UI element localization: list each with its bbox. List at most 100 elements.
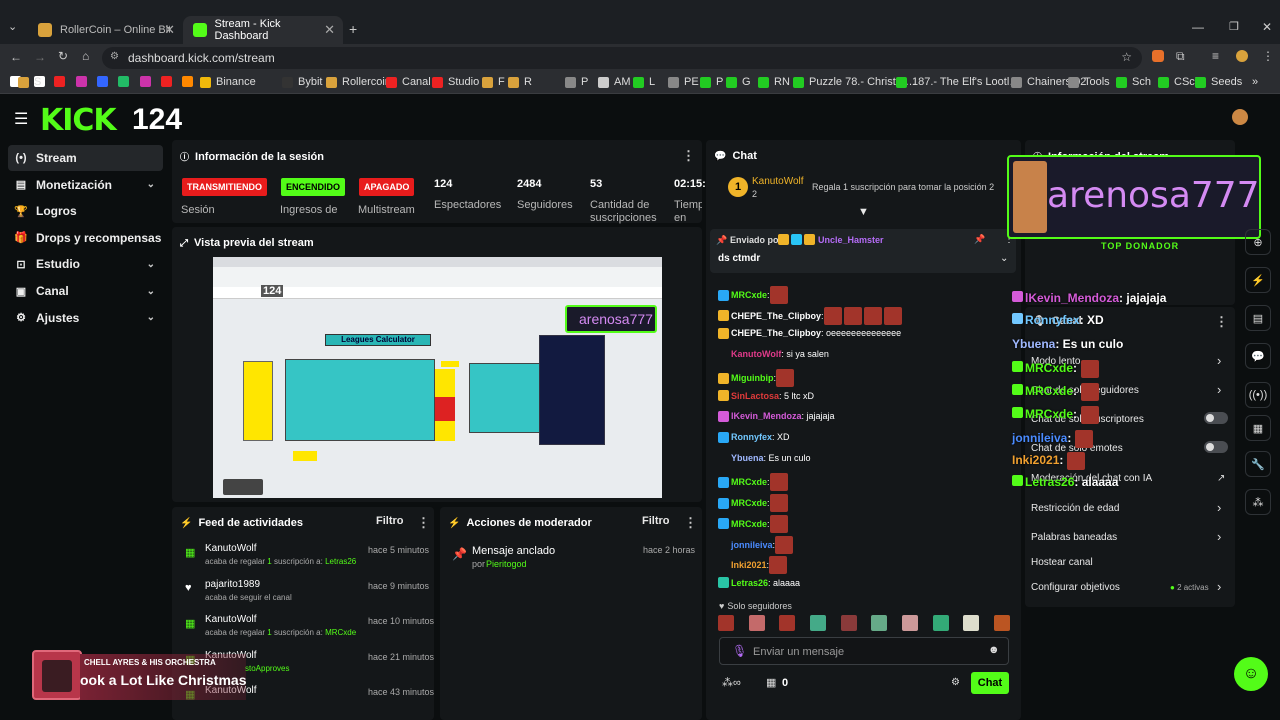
bookmark-star-icon[interactable]: ☆ [1121, 50, 1132, 64]
chevron-down-icon[interactable]: ⌄ [147, 259, 155, 270]
chat-username[interactable]: MRCxde [731, 519, 767, 529]
mod-user[interactable]: Pieritogod [486, 559, 527, 569]
chevron-down-icon[interactable]: ⌄ [147, 179, 155, 190]
extension-fox-icon[interactable] [1152, 50, 1164, 62]
chevron-right-icon[interactable]: › [1217, 529, 1221, 544]
bookmark-item[interactable]: Rollercoin [326, 76, 391, 88]
emote-picker-icon[interactable] [963, 615, 980, 631]
mic-icon[interactable]: 🎙 [732, 644, 747, 658]
rail-icon-7[interactable]: ⁂ [1245, 489, 1271, 515]
chat-settings-icon[interactable]: ⚙ [951, 677, 960, 688]
emote-picker-icon[interactable] [809, 615, 826, 631]
chat-input[interactable]: 🎙 Enviar un mensaje ☻ [719, 637, 1009, 665]
hamburger-menu-icon[interactable]: ☰ [14, 109, 28, 129]
unpin-icon[interactable]: 📌 [974, 234, 985, 245]
stream-preview-video[interactable]: Leagues Calculator arenosa777 124 [213, 257, 662, 498]
bookmark-icon[interactable] [76, 76, 92, 87]
bookmark-icon[interactable] [161, 76, 177, 87]
chat-username[interactable]: Miguinbip [731, 373, 774, 383]
emoji-icon[interactable]: ☻ [988, 644, 1000, 656]
gift-cta[interactable]: Regala 1 suscripción para tomar la posic… [812, 182, 994, 192]
mod-menu-icon[interactable]: ⋮ [684, 515, 697, 531]
bookmark-item[interactable]: S [18, 76, 41, 88]
close-window-icon[interactable]: ✕ [1262, 20, 1272, 34]
bookmark-item[interactable]: G [726, 76, 751, 88]
chat-username[interactable]: Ronnyfex [731, 432, 772, 442]
emote-picker-icon[interactable] [840, 615, 857, 631]
feed-user[interactable]: pajarito1989 [205, 579, 260, 590]
chat-username[interactable]: lKevin_Mendoza [731, 411, 802, 421]
store-icon[interactable]: ▦ [766, 676, 776, 689]
bookmark-item[interactable]: R [508, 76, 532, 88]
bookmark-item[interactable]: Studio [432, 76, 479, 88]
chat-username[interactable]: CHEPE_The_Clipboy [731, 328, 821, 338]
nav-drops-y-recompensas[interactable]: 🎁 Drops y recompensas [8, 225, 163, 251]
emote-picker-icon[interactable] [779, 615, 796, 631]
site-info-icon[interactable]: ⚙ [110, 51, 119, 62]
chevron-right-icon[interactable]: › [1217, 353, 1221, 368]
emote-picker-icon[interactable] [901, 615, 918, 631]
settings-menu-icon[interactable]: ⋮ [1215, 314, 1228, 330]
session-menu-icon[interactable]: ⋮ [682, 148, 695, 164]
close-tab-icon[interactable]: ✕ [164, 22, 175, 38]
bookmark-icon[interactable] [97, 76, 113, 87]
bookmarks-more-icon[interactable]: » [1252, 76, 1258, 88]
bookmark-item[interactable]: P [565, 76, 588, 88]
toggle-switch[interactable] [1204, 412, 1228, 424]
bookmark-item[interactable]: Binance [200, 76, 256, 88]
chat-username[interactable]: CHEPE_The_Clipboy [731, 311, 821, 321]
url-field[interactable]: ⚙ dashboard.kick.com/stream ☆ [102, 47, 1142, 69]
kick-logo[interactable]: KICK [40, 103, 117, 138]
rail-icon-1[interactable]: ⚡ [1245, 267, 1271, 293]
nav-logros[interactable]: 🏆 Logros [8, 198, 163, 224]
rail-icon-3[interactable]: 💬 [1245, 343, 1271, 369]
support-button[interactable]: ☺ [1234, 657, 1268, 691]
profile-icon[interactable] [1236, 50, 1248, 62]
bookmark-item[interactable]: Sch [1116, 76, 1151, 88]
nav-monetización[interactable]: ▤ Monetización ⌄ [8, 172, 163, 198]
chat-username[interactable]: SinLactosa [731, 391, 779, 401]
tab-rollercoin[interactable]: RollerCoin – Online Bitcoin Mi ✕ [28, 16, 183, 44]
forward-icon[interactable]: → [34, 50, 46, 64]
tab-kick-dashboard[interactable]: Stream - Kick Dashboard ✕ [183, 16, 343, 44]
chat-username[interactable]: Letras26 [731, 578, 768, 588]
top-gifter[interactable]: KanutoWolf [752, 176, 804, 187]
mod-filter-button[interactable]: Filtro [642, 515, 670, 527]
nav-stream[interactable]: (•) Stream [8, 145, 163, 171]
home-icon[interactable]: ⌂ [82, 49, 89, 63]
chat-username[interactable]: MRCxde [731, 498, 767, 508]
bookmark-item[interactable]: Canal [386, 76, 431, 88]
bookmark-item[interactable]: Bybit [282, 76, 322, 88]
bookmark-item[interactable]: AM [598, 76, 631, 88]
feed-user[interactable]: KanutoWolf [205, 543, 257, 554]
bookmark-item[interactable]: P [700, 76, 723, 88]
close-tab-icon[interactable]: ✕ [324, 22, 335, 38]
rail-icon-5[interactable]: ▦ [1245, 415, 1271, 441]
restore-icon[interactable]: ❐ [1229, 20, 1239, 33]
bookmark-item[interactable]: Tools [1068, 76, 1110, 88]
emote-picker-icon[interactable] [871, 615, 888, 631]
emote-picker-icon[interactable] [932, 615, 949, 631]
emote-picker-icon[interactable] [748, 615, 765, 631]
rail-icon-4[interactable]: ((•)) [1245, 382, 1271, 408]
external-link-icon[interactable]: ↗ [1217, 473, 1225, 484]
minimize-icon[interactable]: — [1192, 20, 1204, 34]
toggle-switch[interactable] [1204, 441, 1228, 453]
tab-list-icon[interactable]: ⌄ [8, 20, 17, 33]
chevron-right-icon[interactable]: › [1217, 500, 1221, 515]
reload-icon[interactable]: ↻ [58, 49, 68, 63]
new-tab-icon[interactable]: + [349, 21, 357, 37]
bookmark-item[interactable]: Seeds [1195, 76, 1242, 88]
user-avatar[interactable] [1232, 109, 1248, 125]
bookmark-item[interactable]: L [633, 76, 655, 88]
feed-filter-button[interactable]: Filtro [376, 515, 404, 527]
chat-username[interactable]: MRCxde [731, 290, 767, 300]
setting-6[interactable]: Palabras baneadas [1031, 532, 1231, 543]
chat-username[interactable]: Ybuena [731, 453, 764, 463]
feed-menu-icon[interactable]: ⋮ [417, 515, 430, 531]
setting-5[interactable]: Restricción de edad [1031, 503, 1231, 514]
rail-icon-0[interactable]: ⊕ [1245, 229, 1271, 255]
bookmark-icon[interactable] [182, 76, 198, 87]
chevron-down-icon[interactable]: ⌄ [147, 312, 155, 323]
bookmark-icon[interactable] [118, 76, 134, 87]
